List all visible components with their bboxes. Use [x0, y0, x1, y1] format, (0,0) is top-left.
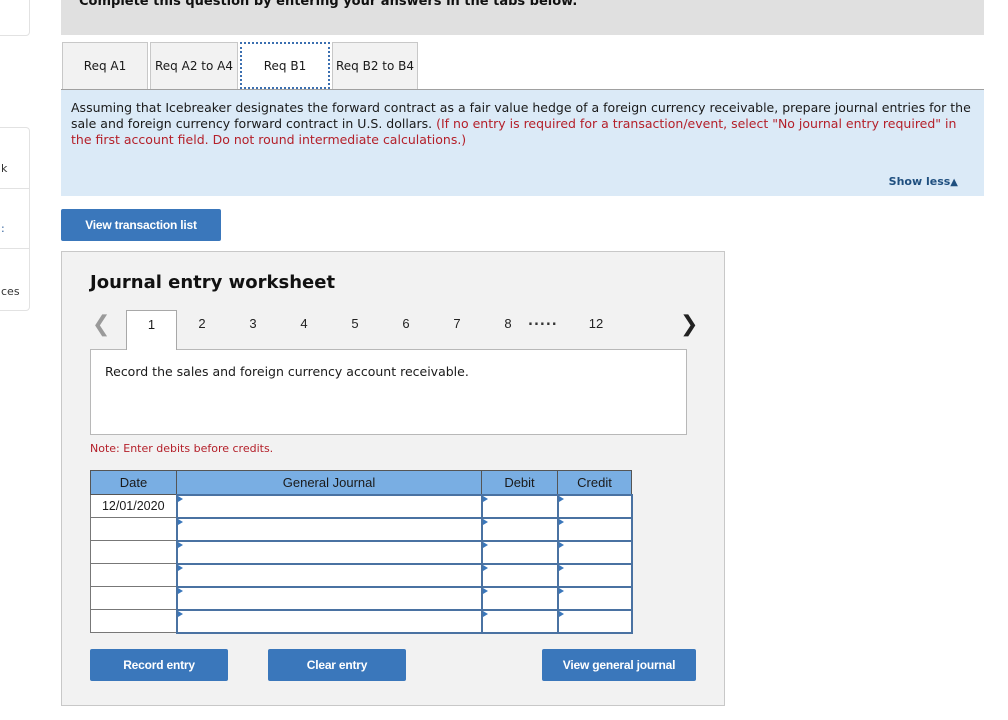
- sidebar-divider: [0, 188, 29, 189]
- credit-input[interactable]: [558, 495, 631, 517]
- transaction-description-box: Record the sales and foreign currency ac…: [90, 349, 687, 435]
- credit-input[interactable]: [558, 518, 631, 540]
- credit-cell[interactable]: [556, 608, 633, 634]
- credit-cell[interactable]: [556, 493, 633, 519]
- requirement-tabs: Req A1 Req A2 to A4 Req B1 Req B2 to B4: [62, 42, 420, 89]
- account-cell[interactable]: [175, 608, 483, 634]
- header-general-journal: General Journal: [176, 470, 482, 495]
- date-cell[interactable]: [90, 517, 177, 541]
- account-cell[interactable]: [175, 493, 483, 519]
- sidebar-card-top: [0, 0, 30, 36]
- credit-input[interactable]: [558, 587, 631, 609]
- credit-input[interactable]: [558, 541, 631, 563]
- tab-req-a1[interactable]: Req A1: [62, 42, 148, 89]
- sidebar-nav: k : ces: [0, 127, 30, 311]
- chevron-right-icon[interactable]: ❯: [680, 312, 698, 337]
- date-cell[interactable]: [90, 609, 177, 633]
- header-credit: Credit: [557, 470, 632, 495]
- tab-req-b2-to-b4[interactable]: Req B2 to B4: [332, 42, 418, 89]
- debit-cell[interactable]: [480, 585, 559, 611]
- table-row: 12/01/2020: [90, 493, 633, 519]
- tab-req-a2-to-a4[interactable]: Req A2 to A4: [150, 42, 238, 89]
- instructions-text: Assuming that Icebreaker designates the …: [71, 100, 976, 148]
- journal-entry-worksheet: Journal entry worksheet ❮ 1 2 3 4 5 6 7 …: [61, 251, 725, 706]
- pager-page-3[interactable]: 3: [243, 316, 263, 331]
- debit-input[interactable]: [482, 495, 557, 517]
- tab-req-b1[interactable]: Req B1: [240, 42, 330, 89]
- sidebar-item-2[interactable]: :: [1, 222, 5, 235]
- table-row: [90, 562, 633, 588]
- debit-input[interactable]: [482, 564, 557, 586]
- debit-cell[interactable]: [480, 539, 559, 565]
- worksheet-title: Journal entry worksheet: [90, 272, 336, 293]
- table-row: [90, 608, 633, 634]
- triangle-up-icon: ▲: [950, 177, 958, 188]
- account-input[interactable]: [177, 518, 481, 540]
- chevron-left-icon[interactable]: ❮: [92, 312, 110, 337]
- sidebar-item-1[interactable]: k: [1, 162, 7, 175]
- debit-input[interactable]: [482, 541, 557, 563]
- table-row: [90, 516, 633, 542]
- account-cell[interactable]: [175, 562, 483, 588]
- sidebar-item-3[interactable]: ces: [1, 285, 20, 298]
- credit-cell[interactable]: [556, 539, 633, 565]
- record-entry-button[interactable]: Record entry: [90, 649, 228, 681]
- pager-ellipsis: .....: [528, 314, 558, 329]
- table-row: [90, 539, 633, 565]
- pager-page-label: 1: [147, 317, 156, 332]
- table-row: [90, 585, 633, 611]
- date-cell[interactable]: [90, 540, 177, 564]
- credit-cell[interactable]: [556, 585, 633, 611]
- date-cell: 12/01/2020: [90, 494, 177, 518]
- account-cell[interactable]: [175, 539, 483, 565]
- pager-page-12[interactable]: 12: [584, 316, 608, 331]
- pager-page-6[interactable]: 6: [396, 316, 416, 331]
- header-date: Date: [90, 470, 177, 495]
- debit-cell[interactable]: [480, 608, 559, 634]
- debit-cell[interactable]: [480, 516, 559, 542]
- journal-table-header: Date General Journal Debit Credit: [90, 470, 632, 495]
- debit-cell[interactable]: [480, 493, 559, 519]
- debit-input[interactable]: [482, 610, 557, 632]
- debit-input[interactable]: [482, 587, 557, 609]
- show-less-label: Show less: [888, 175, 951, 188]
- question-header: Complete this question by entering your …: [61, 0, 984, 35]
- header-debit: Debit: [481, 470, 558, 495]
- credit-cell[interactable]: [556, 562, 633, 588]
- credit-input[interactable]: [558, 610, 631, 632]
- account-input[interactable]: [177, 564, 481, 586]
- show-less-link[interactable]: Show less▲: [889, 175, 958, 188]
- journal-table: Date General Journal Debit Credit 12/01/…: [90, 470, 633, 634]
- debit-input[interactable]: [482, 518, 557, 540]
- account-cell[interactable]: [175, 516, 483, 542]
- debits-note: Note: Enter debits before credits.: [90, 442, 274, 455]
- date-cell[interactable]: [90, 563, 177, 587]
- account-input[interactable]: [177, 610, 481, 632]
- transaction-description: Record the sales and foreign currency ac…: [105, 364, 469, 379]
- pager-page-7[interactable]: 7: [447, 316, 467, 331]
- credit-input[interactable]: [558, 564, 631, 586]
- account-input[interactable]: [177, 587, 481, 609]
- credit-cell[interactable]: [556, 516, 633, 542]
- debit-cell[interactable]: [480, 562, 559, 588]
- pager-page-4[interactable]: 4: [294, 316, 314, 331]
- account-cell[interactable]: [175, 585, 483, 611]
- account-input[interactable]: [177, 541, 481, 563]
- clear-entry-button[interactable]: Clear entry: [268, 649, 406, 681]
- pager-page-5[interactable]: 5: [345, 316, 365, 331]
- account-input[interactable]: [177, 495, 481, 517]
- pager-page-2[interactable]: 2: [192, 316, 212, 331]
- pager-page-8[interactable]: 8: [498, 316, 518, 331]
- pager-page-1-active[interactable]: 1: [126, 310, 177, 350]
- view-general-journal-button[interactable]: View general journal: [542, 649, 696, 681]
- date-cell[interactable]: [90, 586, 177, 610]
- question-header-title: Complete this question by entering your …: [79, 0, 578, 9]
- entry-pager: ❮ 1 2 3 4 5 6 7 8 ..... 12 ❯: [62, 310, 724, 350]
- sidebar-divider: [0, 248, 29, 249]
- view-transaction-list-button[interactable]: View transaction list: [61, 209, 221, 241]
- instructions-panel: Assuming that Icebreaker designates the …: [61, 89, 984, 196]
